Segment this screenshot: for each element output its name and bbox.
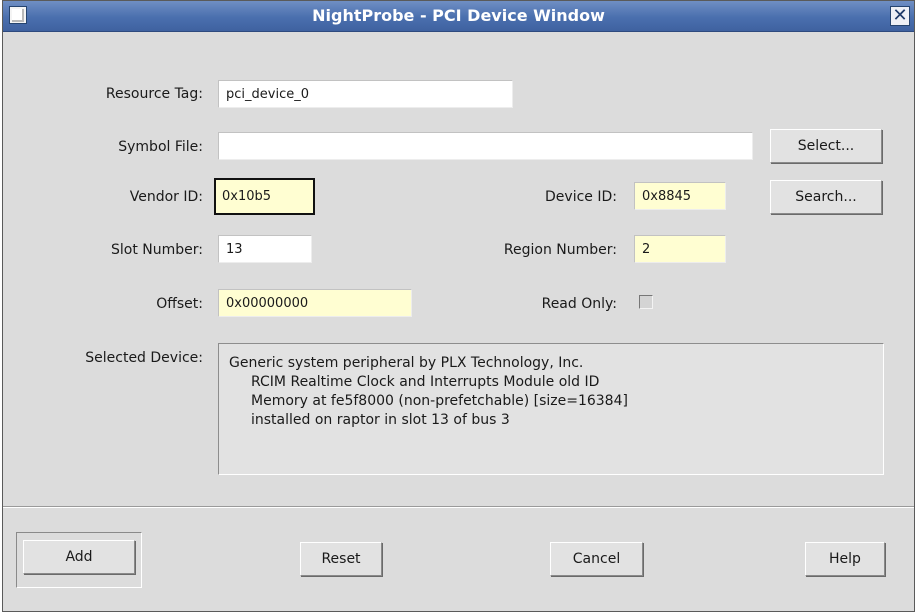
- device-info-line: installed on raptor in slot 13 of bus 3: [251, 412, 510, 428]
- help-button[interactable]: Help: [805, 542, 885, 576]
- offset-label: Offset:: [156, 296, 203, 312]
- title-bar[interactable]: NightProbe - PCI Device Window ✕: [3, 1, 914, 32]
- region-number-input[interactable]: 2: [634, 235, 726, 263]
- read-only-checkbox[interactable]: [639, 295, 653, 309]
- selected-device-info: Generic system peripheral by PLX Technol…: [218, 343, 884, 475]
- selected-device-label: Selected Device:: [85, 350, 203, 366]
- reset-button[interactable]: Reset: [300, 542, 382, 576]
- resource-tag-input[interactable]: pci_device_0: [218, 80, 513, 108]
- vendor-id-label: Vendor ID:: [129, 189, 203, 205]
- device-info-line: RCIM Realtime Clock and Interrupts Modul…: [251, 374, 600, 390]
- add-button[interactable]: Add: [23, 540, 135, 574]
- resource-tag-label: Resource Tag:: [105, 86, 203, 102]
- close-icon[interactable]: ✕: [890, 6, 910, 26]
- device-id-input[interactable]: 0x8845: [634, 182, 726, 210]
- search-button[interactable]: Search...: [770, 180, 882, 214]
- offset-input[interactable]: 0x00000000: [218, 289, 412, 317]
- separator: [3, 506, 914, 508]
- device-info-line: Memory at fe5f8000 (non-prefetchable) [s…: [251, 393, 628, 409]
- slot-number-input[interactable]: 13: [218, 235, 312, 263]
- vendor-id-input[interactable]: 0x10b5: [214, 178, 315, 215]
- cancel-button[interactable]: Cancel: [550, 542, 643, 576]
- device-id-label: Device ID:: [545, 189, 617, 205]
- slot-number-label: Slot Number:: [111, 242, 203, 258]
- symbol-file-input[interactable]: [218, 132, 753, 160]
- symbol-file-label: Symbol File:: [118, 139, 203, 155]
- select-button[interactable]: Select...: [770, 129, 882, 163]
- pci-device-window: NightProbe - PCI Device Window ✕ Resourc…: [2, 0, 915, 612]
- read-only-label: Read Only:: [541, 296, 617, 312]
- device-info-line: Generic system peripheral by PLX Technol…: [229, 355, 584, 371]
- window-title: NightProbe - PCI Device Window: [312, 6, 605, 25]
- region-number-label: Region Number:: [503, 242, 617, 258]
